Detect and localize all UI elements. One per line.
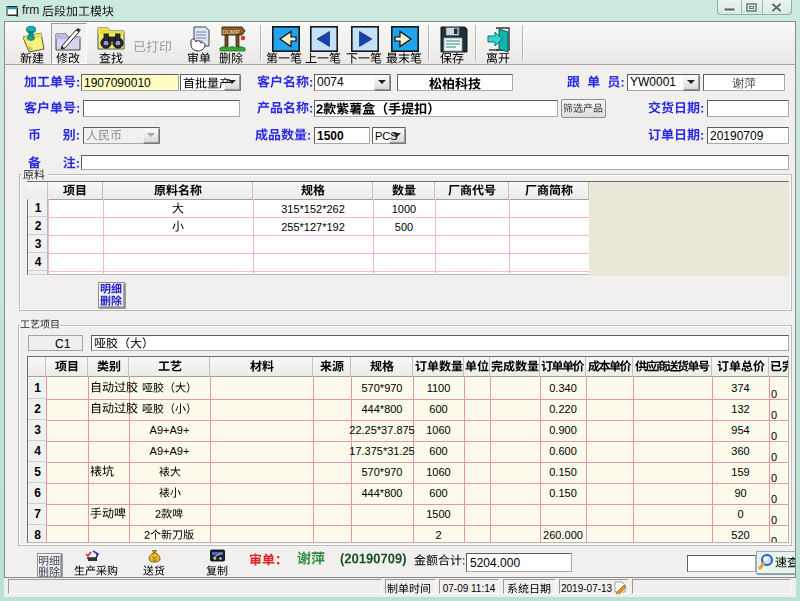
- svg-text:DUMP: DUMP: [222, 29, 240, 35]
